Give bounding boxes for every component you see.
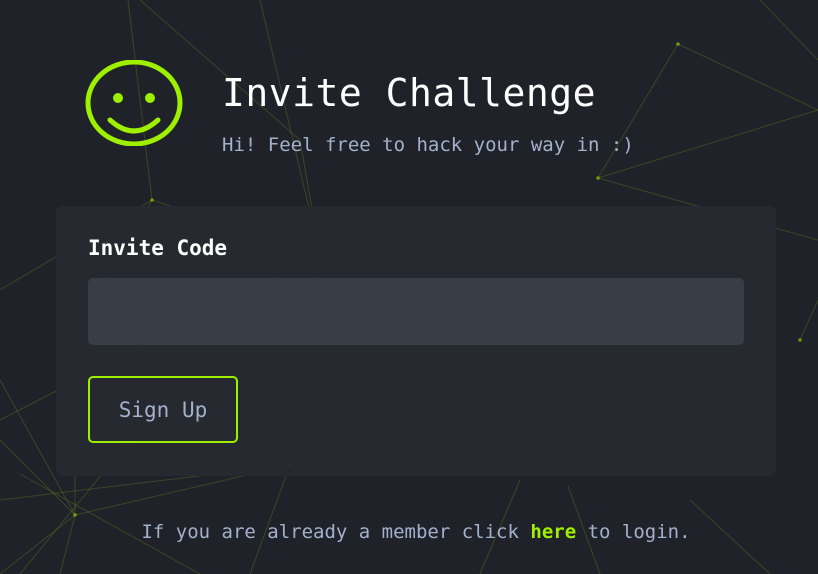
invite-page: Invite Challenge Hi! Feel free to hack y… xyxy=(0,0,818,574)
invite-code-input[interactable] xyxy=(88,278,744,345)
login-hint: If you are already a member click here t… xyxy=(0,518,818,546)
invite-form-card: Invite Code Sign Up xyxy=(56,206,776,476)
page-title: Invite Challenge xyxy=(222,71,597,115)
invite-code-label: Invite Code xyxy=(88,236,228,260)
sign-up-button[interactable]: Sign Up xyxy=(88,376,238,443)
login-hint-text-before: If you are already a member click xyxy=(141,521,531,543)
page-subtitle: Hi! Feel free to hack your way in :) xyxy=(222,134,634,156)
login-hint-text-after: to login. xyxy=(576,521,691,543)
smiley-face-icon xyxy=(85,60,183,146)
login-link[interactable]: here xyxy=(530,521,576,543)
